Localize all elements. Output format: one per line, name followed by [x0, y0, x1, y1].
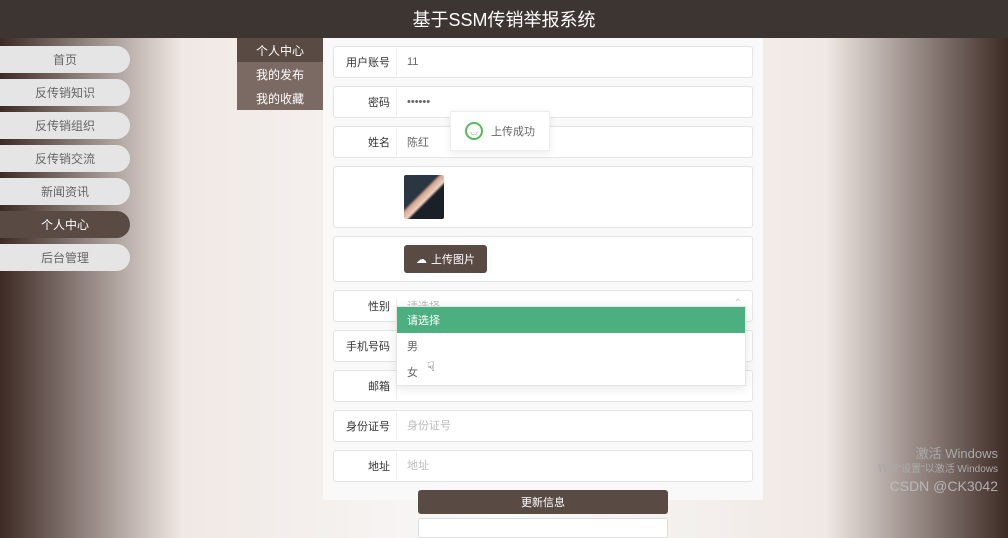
content-panel: 用户账号 密码 姓名 ☁ 上传图片 性别 请选择 ⌃ 手机号码 邮箱 身份证号 — [323, 38, 763, 500]
row-account: 用户账号 — [333, 46, 753, 78]
account-input[interactable] — [396, 48, 752, 76]
nav-home[interactable]: 首页 — [0, 46, 130, 73]
pointer-cursor-icon: ☟ — [427, 359, 435, 375]
row-upload: ☁ 上传图片 — [333, 236, 753, 282]
nav-news[interactable]: 新闻资讯 — [0, 178, 130, 205]
toast-message: 上传成功 — [491, 123, 535, 139]
name-label: 姓名 — [334, 134, 396, 150]
row-address: 地址 — [333, 450, 753, 482]
account-label: 用户账号 — [334, 54, 396, 70]
row-idcard: 身份证号 — [333, 410, 753, 442]
upload-button[interactable]: ☁ 上传图片 — [404, 245, 487, 273]
nav-communication[interactable]: 反传销交流 — [0, 145, 130, 172]
cloud-upload-icon: ☁ — [416, 253, 427, 266]
page-header: 基于SSM传销举报系统 — [0, 0, 1008, 38]
email-label: 邮箱 — [334, 378, 396, 394]
smile-icon: ◡ — [465, 122, 483, 140]
dropdown-option-placeholder[interactable]: 请选择 — [397, 307, 745, 333]
windows-watermark: 激活 Windows 转到"设置"以激活 Windows — [878, 446, 998, 476]
nav-knowledge[interactable]: 反传销知识 — [0, 79, 130, 106]
dropdown-option-female[interactable]: 女 — [397, 359, 745, 385]
phone-label: 手机号码 — [334, 338, 396, 354]
page-title: 基于SSM传销举报系统 — [412, 6, 595, 32]
idcard-input[interactable] — [396, 412, 752, 440]
dropdown-option-male[interactable]: 男 ☟ — [397, 333, 745, 359]
sub-navigation: 个人中心 我的发布 我的收藏 — [237, 38, 323, 110]
sub-personal-center[interactable]: 个人中心 — [237, 38, 323, 62]
secondary-button[interactable] — [418, 518, 668, 538]
idcard-label: 身份证号 — [334, 418, 396, 434]
nav-personal-center[interactable]: 个人中心 — [0, 211, 130, 238]
sub-my-favorites[interactable]: 我的收藏 — [237, 86, 323, 110]
password-label: 密码 — [334, 94, 396, 110]
gender-dropdown: 请选择 男 ☟ 女 — [396, 306, 746, 386]
address-label: 地址 — [334, 458, 396, 474]
sub-my-posts[interactable]: 我的发布 — [237, 62, 323, 86]
avatar-image — [404, 175, 444, 219]
nav-organization[interactable]: 反传销组织 — [0, 112, 130, 139]
submit-button[interactable]: 更新信息 — [418, 490, 668, 514]
success-toast: ◡ 上传成功 — [450, 111, 550, 151]
gender-label: 性别 — [334, 298, 396, 314]
left-navigation: 首页 反传销知识 反传销组织 反传销交流 新闻资讯 个人中心 后台管理 — [0, 40, 130, 277]
address-input[interactable] — [396, 452, 752, 480]
csdn-watermark: CSDN @CK3042 — [890, 478, 998, 494]
row-avatar — [333, 166, 753, 228]
nav-admin[interactable]: 后台管理 — [0, 244, 130, 271]
